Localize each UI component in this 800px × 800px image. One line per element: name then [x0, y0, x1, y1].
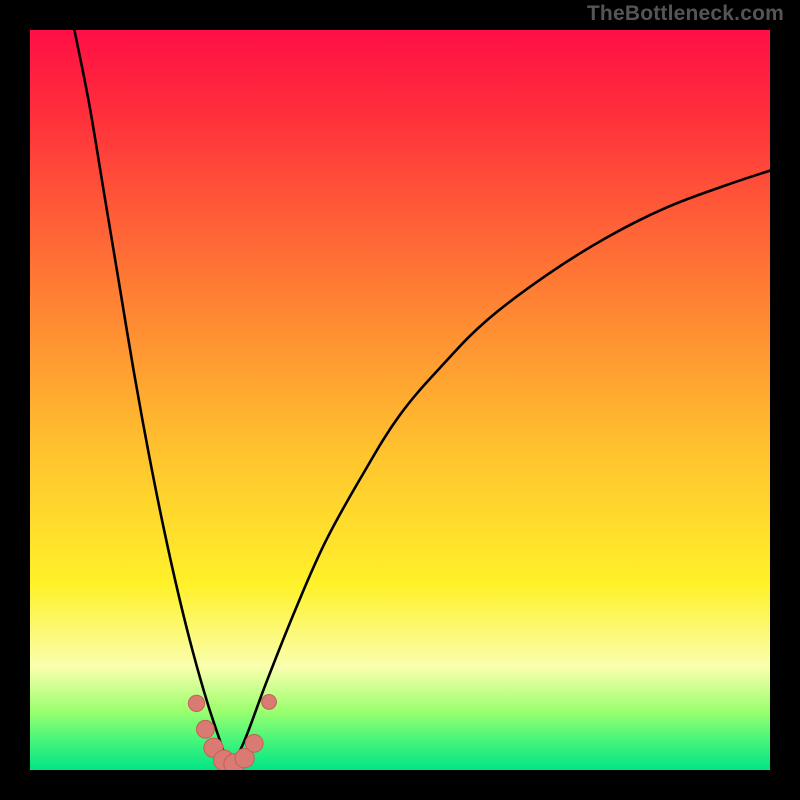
data-marker	[188, 695, 204, 711]
data-marker	[245, 734, 263, 752]
curve-layer	[30, 30, 770, 770]
data-marker	[197, 720, 215, 738]
curve-left-branch	[74, 30, 229, 770]
chart-container: TheBottleneck.com	[0, 0, 800, 800]
plot-area	[30, 30, 770, 770]
data-marker	[262, 695, 277, 710]
curve-right-branch	[230, 171, 770, 770]
marker-group	[188, 695, 276, 770]
attribution-text: TheBottleneck.com	[587, 2, 784, 26]
